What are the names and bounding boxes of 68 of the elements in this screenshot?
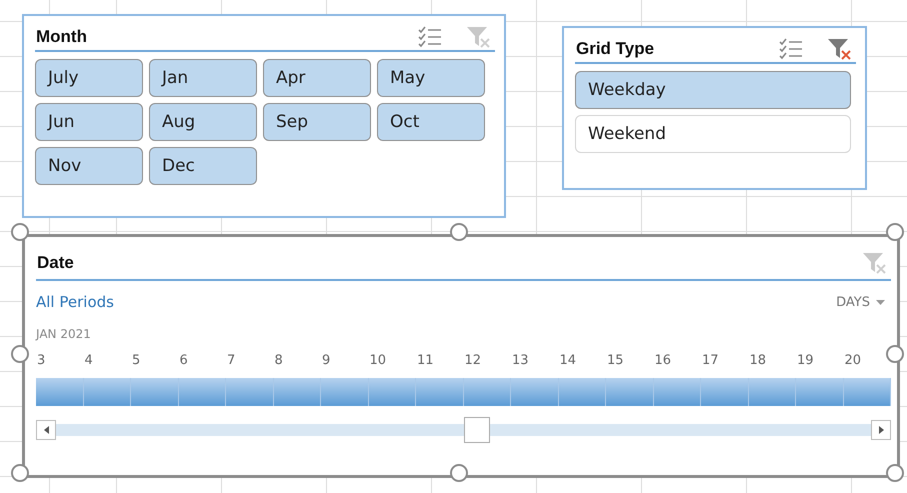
day-label: 16 <box>654 353 672 370</box>
day-label: 10 <box>368 353 386 370</box>
resize-handle[interactable] <box>450 223 468 241</box>
resize-handle[interactable] <box>11 464 29 482</box>
slicer-title: Month <box>36 27 87 47</box>
slicer-item[interactable]: Jun <box>35 103 143 141</box>
day-label: 17 <box>701 353 719 370</box>
slicer-item[interactable]: Jan <box>149 59 257 97</box>
day-label: 5 <box>131 353 140 370</box>
slicer-title: Grid Type <box>576 39 654 59</box>
month-label: JAN 2021 <box>36 327 92 343</box>
day-cell[interactable] <box>606 378 654 406</box>
resize-handle[interactable] <box>450 464 468 482</box>
day-label: 8 <box>274 353 283 370</box>
day-label: 11 <box>416 353 434 370</box>
caret-icon <box>876 300 885 304</box>
day-cell[interactable] <box>844 378 891 406</box>
slicer-item[interactable]: Aug <box>149 103 257 141</box>
day-cell[interactable] <box>654 378 701 406</box>
right-arrow-icon <box>878 426 884 434</box>
slicer-item[interactable]: Sep <box>263 103 371 141</box>
slicer-item[interactable]: Apr <box>263 59 371 97</box>
day-cell[interactable] <box>701 378 748 406</box>
period-label: All Periods <box>36 293 114 311</box>
slicer-item[interactable]: May <box>377 59 485 97</box>
day-cell[interactable] <box>368 378 416 406</box>
slicer-item[interactable]: Oct <box>377 103 485 141</box>
day-cell[interactable] <box>36 378 84 406</box>
day-label: 12 <box>464 353 482 370</box>
day-label: 20 <box>844 353 862 370</box>
day-cell[interactable] <box>84 378 131 406</box>
day-label: 14 <box>558 353 576 370</box>
day-cell[interactable] <box>416 378 464 406</box>
resize-handle[interactable] <box>11 345 29 363</box>
scroll-left-button[interactable] <box>36 420 56 440</box>
day-cell[interactable] <box>274 378 321 406</box>
day-cell[interactable] <box>464 378 511 406</box>
day-label: 6 <box>178 353 188 370</box>
day-label: 13 <box>511 353 529 370</box>
resize-handle[interactable] <box>11 223 29 241</box>
day-cell[interactable] <box>321 378 368 406</box>
day-cell[interactable] <box>748 378 796 406</box>
left-arrow-icon <box>44 426 48 434</box>
time-level-dropdown[interactable]: DAYS <box>836 294 891 310</box>
day-cell[interactable] <box>226 378 274 406</box>
slicer-item[interactable]: Nov <box>35 147 143 185</box>
day-label: 9 <box>321 353 330 370</box>
day-cell[interactable] <box>131 378 178 406</box>
day-cell[interactable] <box>178 378 226 406</box>
scroll-thumb[interactable] <box>464 417 490 443</box>
timeline-title: Date <box>37 253 74 273</box>
day-label: 18 <box>748 353 766 370</box>
slicer-item[interactable]: Weekday <box>575 71 851 109</box>
slicer-item[interactable]: Dec <box>149 147 257 185</box>
day-cell[interactable] <box>558 378 606 406</box>
day-label: 7 <box>226 353 236 370</box>
day-cell[interactable] <box>796 378 844 406</box>
day-label: 15 <box>606 353 624 370</box>
day-cell[interactable] <box>511 378 558 406</box>
resize-handle[interactable] <box>886 464 904 482</box>
day-label: 4 <box>84 353 93 370</box>
resize-handle[interactable] <box>886 223 904 241</box>
day-label: 19 <box>796 353 814 370</box>
slicer-item[interactable]: Weekend <box>575 115 851 153</box>
scroll-right-button[interactable] <box>871 420 891 440</box>
day-label: 3 <box>36 353 46 370</box>
resize-handle[interactable] <box>886 345 904 363</box>
slicer-item[interactable]: July <box>35 59 143 97</box>
